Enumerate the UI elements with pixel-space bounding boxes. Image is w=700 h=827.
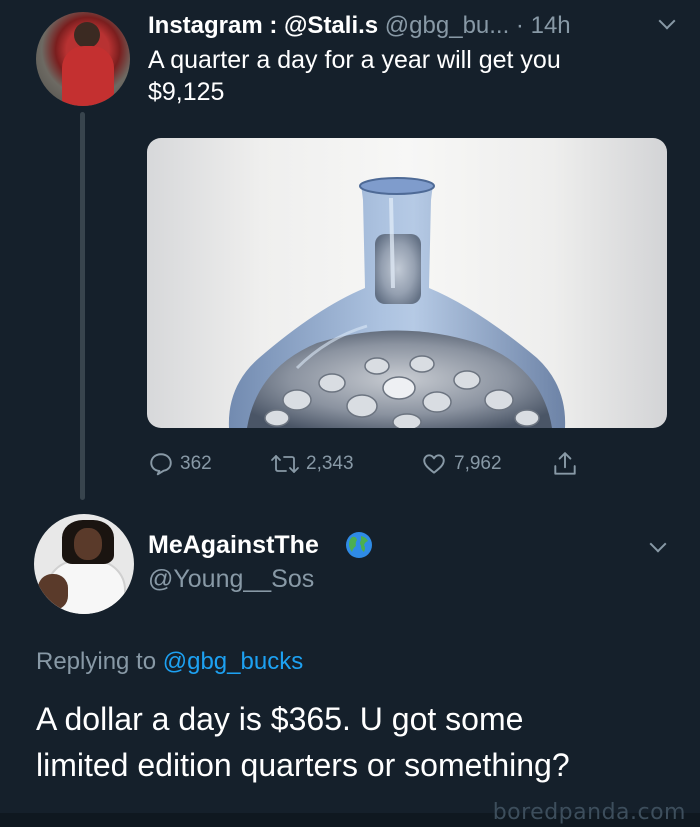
reply-action[interactable]: 362 xyxy=(148,446,212,482)
display-name[interactable]: MeAgainstThe xyxy=(148,528,319,562)
chevron-down-icon[interactable] xyxy=(658,12,676,30)
replying-prefix: Replying to xyxy=(36,648,163,675)
share-icon xyxy=(554,452,576,475)
comment-bubble-icon xyxy=(150,453,172,476)
handle[interactable]: @Young__Sos xyxy=(148,562,314,596)
reply-text: A dollar a day is $365. U got some limit… xyxy=(36,701,570,783)
share-action[interactable] xyxy=(552,446,584,482)
retweet-icon xyxy=(271,455,299,473)
tweet-image[interactable] xyxy=(147,138,667,428)
like-action[interactable]: 7,962 xyxy=(420,446,502,482)
coin-jug-illustration xyxy=(228,177,566,428)
handle-and-time: @gbg_bu... · 14h xyxy=(378,12,571,39)
avatar[interactable] xyxy=(36,12,130,106)
globe-emoji-icon xyxy=(346,532,372,558)
avatar[interactable] xyxy=(34,514,134,614)
tweet-text: A quarter a day for a year will get you … xyxy=(148,46,561,106)
like-count: 7,962 xyxy=(454,453,502,474)
mention-link[interactable]: @gbg_bucks xyxy=(163,648,303,675)
display-name[interactable]: Instagram : @Stali.s xyxy=(148,12,378,39)
thread-connector-line xyxy=(80,112,85,500)
watermark: boredpanda.com xyxy=(492,800,686,825)
reply-count: 362 xyxy=(180,453,212,474)
chevron-down-icon[interactable] xyxy=(649,535,667,553)
retweet-action[interactable]: 2,343 xyxy=(270,446,354,482)
heart-icon xyxy=(423,454,445,474)
tweet-header: Instagram : @Stali.s @gbg_bu... · 14h xyxy=(148,10,571,42)
replying-to: Replying to @gbg_bucks xyxy=(36,646,303,678)
retweet-count: 2,343 xyxy=(306,453,354,474)
